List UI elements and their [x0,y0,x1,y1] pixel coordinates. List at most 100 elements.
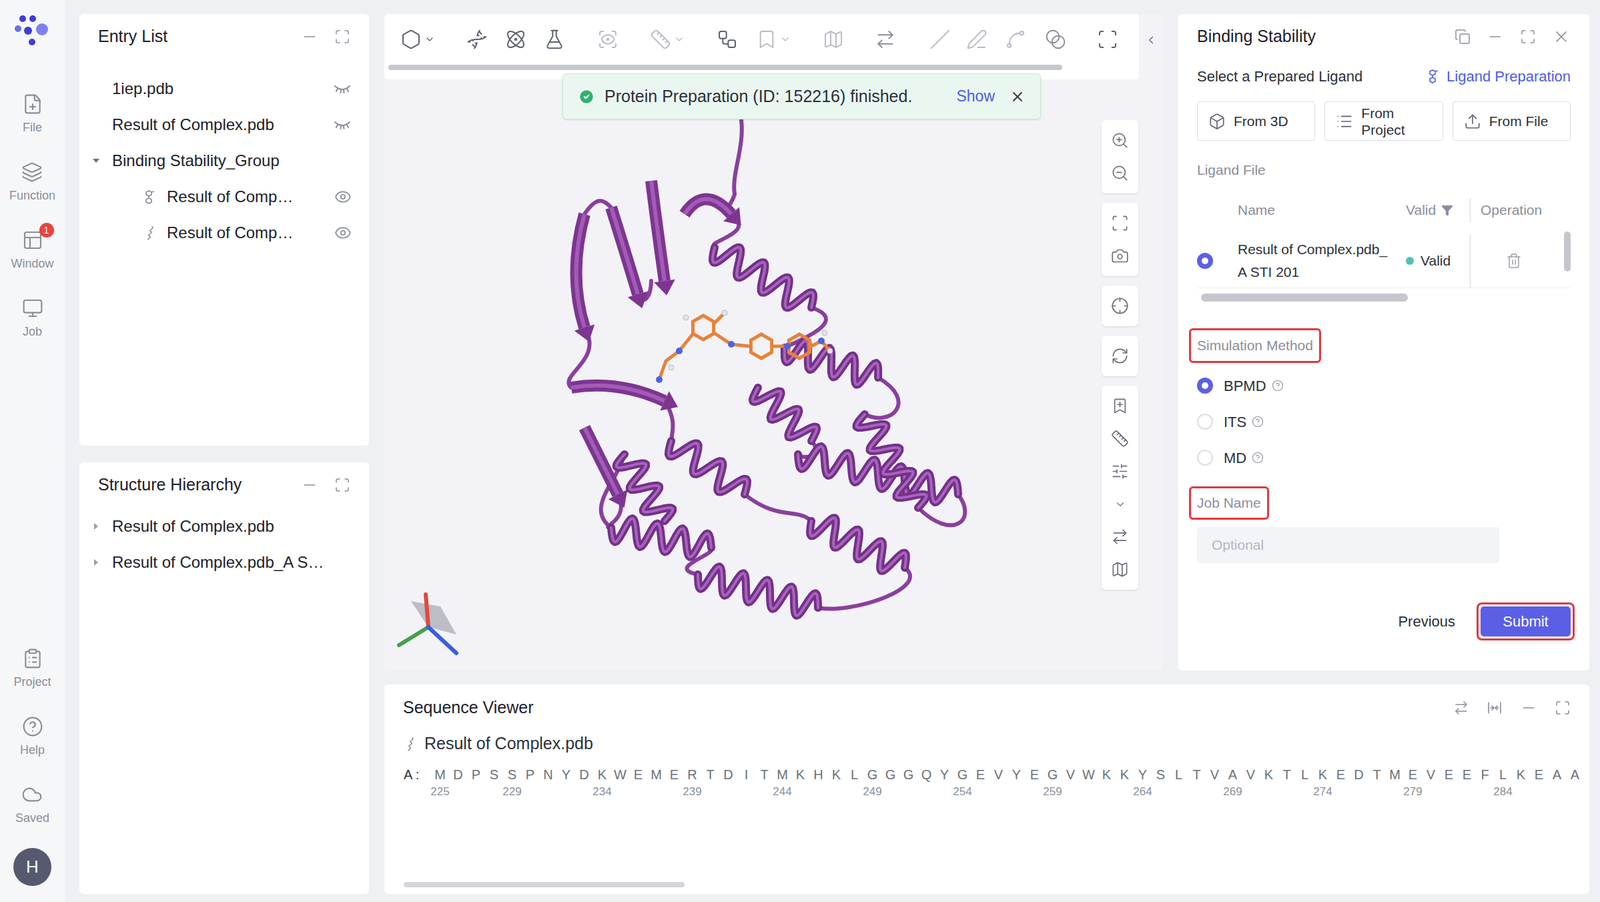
view-tool-button[interactable] [1110,124,1129,157]
residue[interactable]: N [539,765,558,784]
molecule-viewer[interactable]: Protein Preparation (ID: 152216) finishe… [384,14,1163,671]
residue[interactable]: S [1151,765,1170,784]
residue[interactable]: K [1511,765,1530,784]
copy-icon[interactable] [1454,28,1471,45]
residue[interactable]: T [1367,765,1386,784]
submit-button[interactable]: Submit [1480,606,1571,637]
toolbar-button[interactable] [716,28,738,51]
nav-item[interactable]: File [22,86,44,155]
ligand-row[interactable]: Result of Complex.pdb_A STI 201Valid [1196,234,1571,289]
residue[interactable]: G [899,765,918,784]
residue[interactable]: M [1385,765,1404,784]
job-name-input[interactable]: Optional [1196,527,1500,564]
toolbar-button[interactable] [597,28,619,51]
ligand-source-button[interactable]: From 3D [1196,101,1316,141]
fit-width-icon[interactable] [1486,699,1503,716]
hidden-eye-icon[interactable] [332,118,352,132]
toolbar-button[interactable] [929,28,951,51]
residue[interactable]: K [1115,765,1134,784]
residue[interactable]: E [629,765,648,784]
method-option[interactable]: BPMD [1196,367,1571,404]
residue[interactable]: E [1457,765,1476,784]
residue[interactable]: H [809,765,828,784]
hidden-eye-icon[interactable] [332,82,352,96]
residue[interactable]: A [1565,765,1584,784]
nav-item[interactable]: Saved [15,777,50,846]
residue[interactable]: Q [917,765,936,784]
maximize-icon[interactable] [1519,28,1536,45]
radio[interactable] [1196,252,1214,269]
entry-item[interactable]: Result of Comp… [79,178,369,215]
residue[interactable]: F [1475,765,1494,784]
residue[interactable]: K234 [593,765,612,800]
view-tool-button[interactable] [1110,520,1129,554]
view-tool-button[interactable] [1110,422,1129,456]
view-tool-button[interactable] [1110,206,1129,240]
residue[interactable]: L284 [1493,765,1512,800]
residue[interactable]: L [845,765,864,784]
maximize-icon[interactable] [334,28,351,45]
previous-button[interactable]: Previous [1389,605,1464,639]
swap-icon[interactable] [1453,699,1470,716]
entry-item[interactable]: Binding Stability_Group [79,142,369,179]
residue[interactable]: R239 [683,765,702,800]
residue[interactable]: S229 [503,765,522,800]
logo-icon[interactable] [12,12,54,53]
residue[interactable]: E [971,765,990,784]
residue[interactable]: D [719,765,738,784]
residue[interactable]: V [989,765,1008,784]
close-icon[interactable] [1009,88,1026,105]
radio[interactable] [1196,377,1214,394]
residue[interactable]: Y264 [1133,765,1152,800]
residue[interactable]: Y [1007,765,1026,784]
toolbar-button[interactable] [755,28,791,51]
nav-item[interactable]: 1Window [10,222,54,291]
minimize-icon[interactable] [1486,28,1504,46]
caret-right-icon[interactable] [91,521,101,532]
nav-item[interactable]: Project [13,641,51,710]
residue[interactable]: G249 [863,765,882,800]
toolbar-button[interactable] [1004,28,1027,51]
residue[interactable]: G259 [1043,765,1062,800]
residue[interactable]: P [467,765,486,784]
residue[interactable]: E [1439,765,1458,784]
residue[interactable]: T [701,765,720,784]
sequence-scrollbar[interactable] [403,882,685,888]
visible-eye-icon[interactable] [334,224,352,242]
residue[interactable]: E [1529,765,1548,784]
visible-eye-icon[interactable] [334,188,352,206]
view-tool-button[interactable] [1110,455,1129,488]
hierarchy-item[interactable]: Result of Complex.pdb [79,508,369,545]
ligand-preparation-link[interactable]: Ligand Preparation [1426,65,1571,88]
toolbar-button[interactable] [874,28,897,51]
residue[interactable]: K [1259,765,1278,784]
residue[interactable]: V [1205,765,1224,784]
view-tool-button[interactable] [1110,156,1129,190]
view-tool-button[interactable] [1110,389,1129,423]
toolbar-button[interactable] [649,28,685,51]
residue[interactable]: L [1169,765,1188,784]
radio[interactable] [1196,449,1214,466]
toolbar-button[interactable] [400,28,436,51]
residue[interactable]: L [1295,765,1314,784]
help-icon[interactable] [1251,415,1264,428]
residue[interactable]: M244 [773,765,792,800]
nav-item[interactable]: Function [9,154,56,223]
view-tool-button[interactable] [1110,339,1129,373]
residue[interactable]: G254 [953,765,972,800]
collapse-icon[interactable] [1144,34,1157,47]
residue[interactable]: M225 [431,765,450,800]
toolbar-button[interactable] [822,28,845,51]
residue[interactable]: E [1331,765,1350,784]
view-tool-button[interactable] [1110,289,1129,323]
help-icon[interactable] [1251,451,1264,464]
residue[interactable]: W [1079,765,1098,784]
residue[interactable]: S [485,765,504,784]
residue[interactable]: K274 [1313,765,1332,800]
toolbar-button[interactable] [966,28,988,51]
residue[interactable]: P [521,765,540,784]
minimize-icon[interactable] [300,476,319,494]
residue[interactable]: Y [557,765,576,784]
residue[interactable]: K [1097,765,1116,784]
residue[interactable]: K [827,765,846,784]
